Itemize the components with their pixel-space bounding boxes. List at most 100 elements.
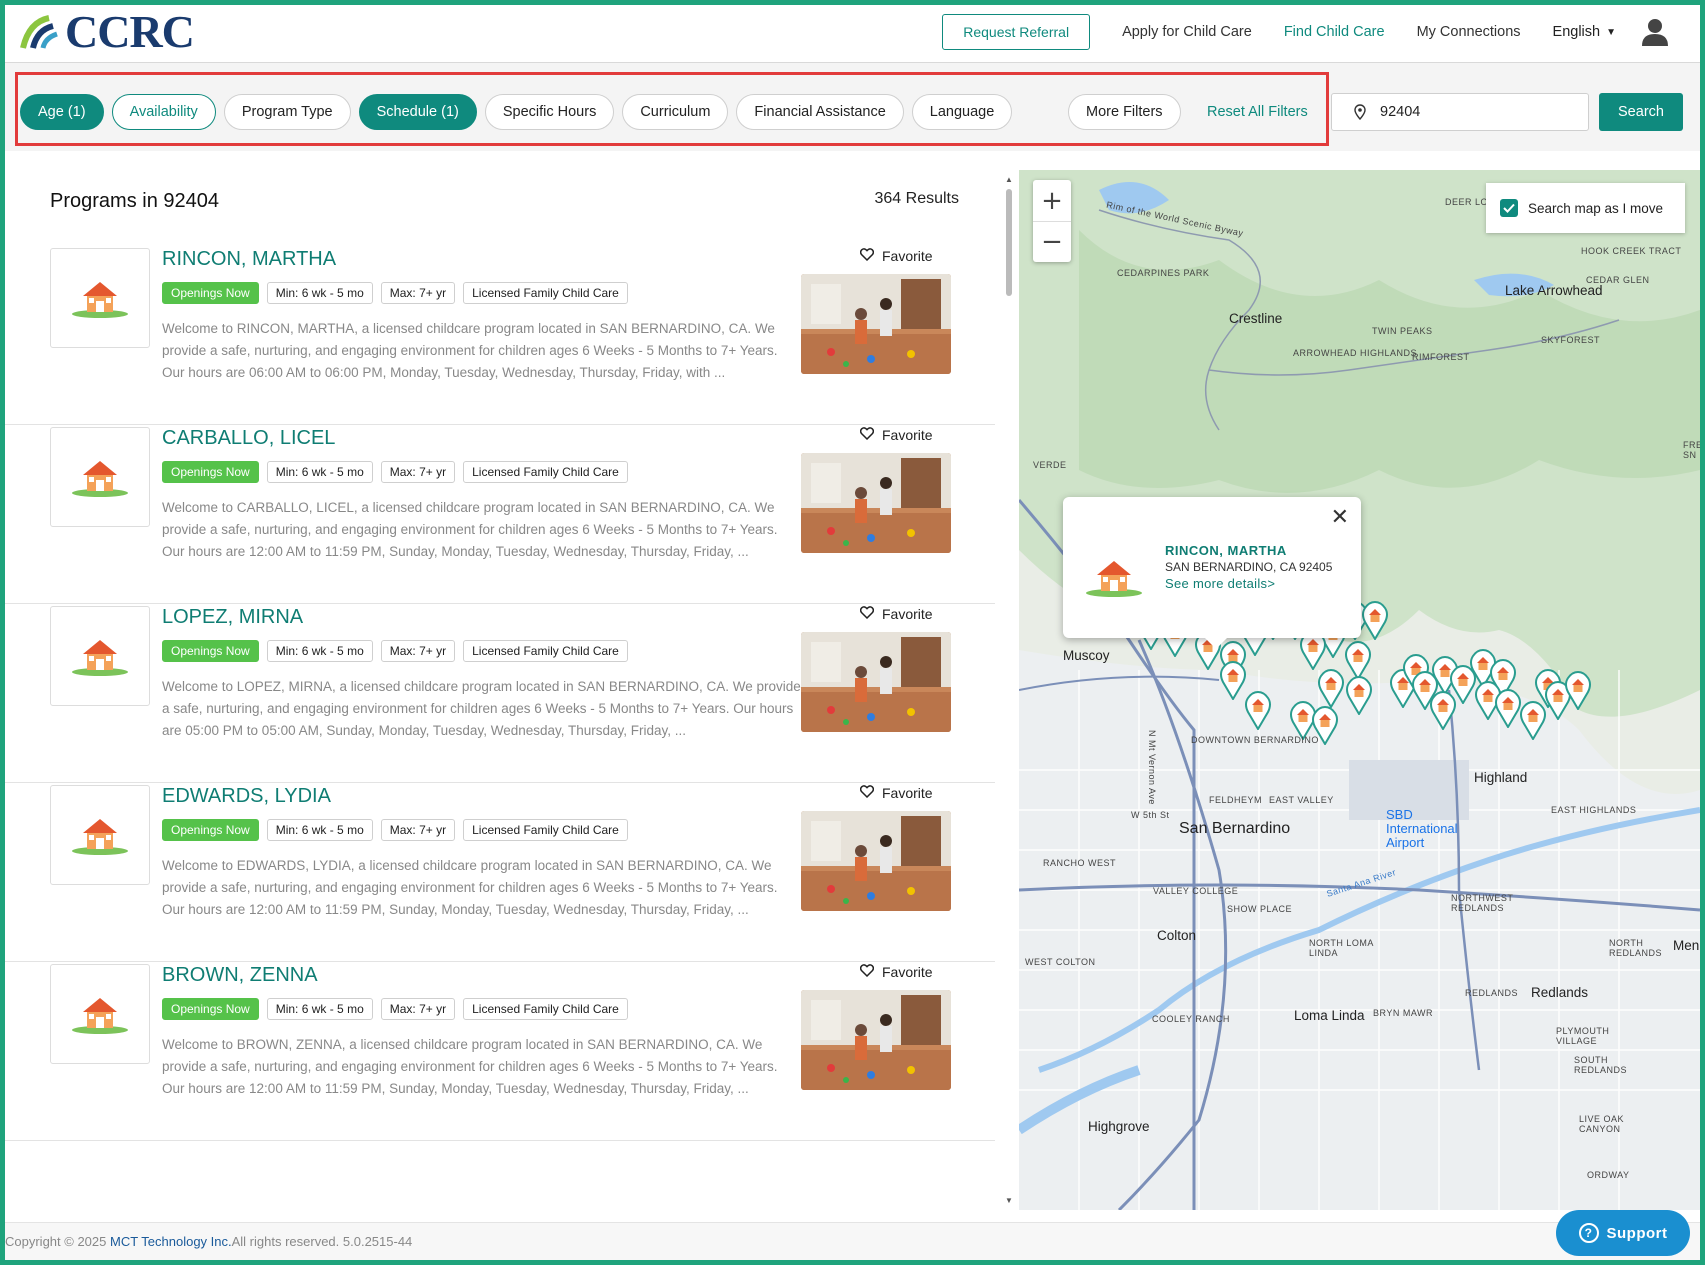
heart-icon — [859, 248, 882, 264]
map-marker-pin-icon[interactable] — [1344, 640, 1372, 681]
program-name[interactable]: LOPEZ, MIRNA — [162, 606, 303, 629]
program-name[interactable]: EDWARDS, LYDIA — [162, 785, 331, 808]
favorite-button[interactable]: Favorite — [859, 964, 933, 980]
zoom-out-button[interactable]: − — [1033, 221, 1071, 262]
location-search-field[interactable] — [1331, 93, 1589, 131]
map-marker-pin-icon[interactable] — [1494, 688, 1522, 729]
filter-program-type[interactable]: Program Type — [223, 94, 351, 130]
filter-specific-hours[interactable]: Specific Hours — [484, 94, 615, 130]
map-label-north-redlands: NORTH REDLANDS — [1609, 938, 1663, 958]
program-description: Welcome to RINCON, MARTHA, a licensed ch… — [162, 321, 778, 380]
program-photo[interactable] — [801, 274, 951, 374]
close-icon[interactable]: ✕ — [1331, 505, 1349, 530]
user-account-icon[interactable] — [1640, 18, 1670, 46]
reset-all-filters-link[interactable]: Reset All Filters — [1207, 104, 1308, 120]
program-photo[interactable] — [801, 990, 951, 1090]
location-input[interactable] — [1380, 104, 1570, 120]
program-name[interactable]: RINCON, MARTHA — [162, 248, 336, 271]
footer-brand-link[interactable]: MCT Technology Inc. — [110, 1234, 232, 1249]
house-icon — [1083, 557, 1145, 602]
map-marker-pin-icon[interactable] — [1219, 660, 1247, 701]
program-name[interactable]: BROWN, ZENNA — [162, 964, 318, 987]
scroll-up-arrow-icon[interactable]: ▲ — [1005, 175, 1013, 184]
map-marker-pin-icon[interactable] — [1244, 690, 1272, 731]
program-photo[interactable] — [801, 811, 951, 911]
map-marker-pin-icon[interactable] — [1564, 670, 1592, 711]
support-button[interactable]: ? Support — [1556, 1210, 1690, 1256]
help-question-icon: ? — [1578, 1223, 1599, 1243]
program-house-icon[interactable] — [50, 248, 150, 348]
map-label-loma-linda: Loma Linda — [1294, 1008, 1365, 1023]
map-view[interactable]: Rim of the World Scenic Byway Crestline … — [1019, 170, 1700, 1210]
map-label-verde: VERDE — [1033, 460, 1067, 470]
zoom-in-button[interactable]: + — [1033, 180, 1071, 221]
map-label-ordway: ORDWAY — [1587, 1170, 1630, 1180]
map-label-lake-arrowhead: Lake Arrowhead — [1505, 283, 1603, 298]
map-label-downtown: DOWNTOWN BERNARDINO — [1191, 735, 1319, 745]
scroll-down-arrow-icon[interactable]: ▼ — [1005, 1196, 1013, 1205]
map-marker-pin-icon[interactable] — [1361, 600, 1389, 641]
min-age-badge: Min: 6 wk - 5 mo — [266, 998, 373, 1020]
main-nav: Request Referral Apply for Child Care Fi… — [942, 14, 1670, 50]
map-label-feldheym: FELDHEYM — [1209, 795, 1263, 805]
results-count: 364 Results — [874, 190, 960, 207]
nav-my-connections[interactable]: My Connections — [1417, 24, 1521, 40]
filter-schedule[interactable]: Schedule (1) — [358, 94, 477, 130]
list-scrollbar[interactable]: ▲ ▼ — [1005, 175, 1013, 1205]
map-label-rancho-west: RANCHO WEST — [1043, 858, 1116, 868]
program-photo[interactable] — [801, 632, 951, 732]
popup-program-name[interactable]: RINCON, MARTHA — [1165, 543, 1287, 558]
filter-financial-assistance[interactable]: Financial Assistance — [736, 94, 904, 130]
filter-availability[interactable]: Availability — [111, 94, 216, 130]
filter-curriculum[interactable]: Curriculum — [622, 94, 729, 130]
map-label-live-oak-canyon: LIVE OAK CANYON — [1579, 1114, 1625, 1134]
program-house-icon[interactable] — [50, 606, 150, 706]
more-filters-button[interactable]: More Filters — [1068, 94, 1181, 130]
map-label-hook-creek: HOOK CREEK TRACT — [1581, 246, 1682, 256]
scrollbar-thumb[interactable] — [1006, 189, 1012, 296]
program-description: Welcome to EDWARDS, LYDIA, a licensed ch… — [162, 858, 778, 917]
program-card[interactable]: RINCON, MARTHA Openings Now Min: 6 wk - 5 … — [5, 230, 995, 425]
max-age-badge: Max: 7+ yr — [380, 461, 456, 483]
request-referral-button[interactable]: Request Referral — [942, 14, 1091, 50]
popup-address: SAN BERNARDINO, CA 92405 — [1165, 560, 1333, 574]
program-description: Welcome to BROWN, ZENNA, a licensed chil… — [162, 1037, 778, 1096]
nav-apply-child-care[interactable]: Apply for Child Care — [1122, 24, 1252, 40]
program-house-icon[interactable] — [50, 427, 150, 527]
program-type-badge: Licensed Family Child Care — [463, 282, 628, 304]
search-map-as-move-toggle[interactable]: Search map as I move — [1486, 183, 1685, 233]
ccrc-logo[interactable]: CCRC — [19, 9, 195, 55]
favorite-button[interactable]: Favorite — [859, 785, 933, 801]
favorite-button[interactable]: Favorite — [859, 427, 933, 443]
map-label-cooley-ranch: COOLEY RANCH — [1152, 1014, 1230, 1024]
min-age-badge: Min: 6 wk - 5 mo — [266, 819, 373, 841]
popup-see-details-link[interactable]: See more details> — [1165, 576, 1275, 591]
heart-icon — [859, 606, 882, 622]
favorite-label: Favorite — [882, 606, 933, 622]
map-marker-pin-icon[interactable] — [1345, 675, 1373, 716]
map-marker-pin-icon[interactable] — [1317, 668, 1345, 709]
map-label-men: Men — [1673, 938, 1700, 953]
search-button[interactable]: Search — [1599, 93, 1683, 131]
map-marker-pin-icon[interactable] — [1519, 700, 1547, 741]
filter-language[interactable]: Language — [911, 94, 1013, 130]
program-house-icon[interactable] — [50, 785, 150, 885]
language-selector[interactable]: English ▼ — [1553, 24, 1616, 40]
program-card[interactable]: EDWARDS, LYDIA Openings Now Min: 6 wk - 5 … — [5, 767, 995, 962]
favorite-button[interactable]: Favorite — [859, 606, 933, 622]
program-card[interactable]: LOPEZ, MIRNA Openings Now Min: 6 wk - 5 mo… — [5, 588, 995, 783]
filter-age[interactable]: Age (1) — [20, 94, 104, 130]
program-photo[interactable] — [801, 453, 951, 553]
program-house-icon[interactable] — [50, 964, 150, 1064]
nav-find-child-care[interactable]: Find Child Care — [1284, 24, 1385, 40]
checkbox-checked-icon[interactable] — [1500, 199, 1518, 217]
favorite-label: Favorite — [882, 964, 933, 980]
favorite-label: Favorite — [882, 427, 933, 443]
program-name[interactable]: CARBALLO, LICEL — [162, 427, 335, 450]
heart-icon — [859, 964, 882, 980]
program-card[interactable]: BROWN, ZENNA Openings Now Min: 6 wk - 5 mo… — [5, 946, 995, 1141]
favorite-button[interactable]: Favorite — [859, 248, 933, 264]
program-card[interactable]: CARBALLO, LICEL Openings Now Min: 6 wk - 5… — [5, 409, 995, 604]
map-label-twin-peaks: TWIN PEAKS — [1372, 326, 1433, 336]
logo-arc-icon — [20, 15, 58, 49]
